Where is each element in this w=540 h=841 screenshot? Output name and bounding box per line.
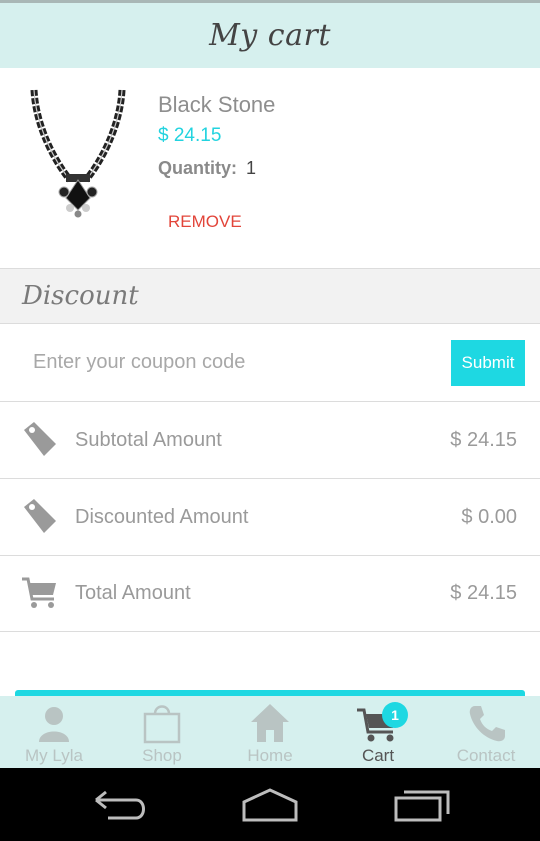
remove-button[interactable]: REMOVE: [168, 212, 242, 232]
discounted-row: Discounted Amount $ 0.00: [0, 479, 540, 556]
necklace-image: [30, 89, 126, 218]
cart-icon: [22, 577, 56, 608]
home-icon: [251, 704, 289, 742]
price-tag-icon: [24, 499, 56, 533]
quantity-value: 1: [246, 158, 257, 178]
tab-my-lyla[interactable]: My Lyla: [0, 696, 108, 768]
subtotal-value: $ 24.15: [450, 429, 517, 451]
total-value: $ 24.15: [450, 582, 517, 604]
coupon-row: Submit: [0, 324, 540, 402]
tab-shop[interactable]: Shop: [108, 696, 216, 768]
tab-cart[interactable]: 1 Cart: [324, 696, 432, 768]
coupon-input[interactable]: [20, 340, 440, 384]
subtotal-label: Subtotal Amount: [75, 429, 222, 451]
back-icon[interactable]: [90, 788, 150, 822]
tab-label: Cart: [361, 746, 395, 765]
discounted-label: Discounted Amount: [75, 506, 249, 528]
bottom-tab-bar: My Lyla Shop Home 1 Cart Contact: [0, 696, 540, 768]
home-outline-icon[interactable]: [240, 788, 300, 822]
tab-home[interactable]: Home: [216, 696, 324, 768]
app-header: My cart: [0, 0, 540, 68]
discount-section-header: Discount: [0, 268, 540, 324]
discounted-value: $ 0.00: [461, 506, 517, 528]
total-label: Total Amount: [75, 582, 191, 604]
product-name: Black Stone: [158, 92, 276, 117]
total-row: Total Amount $ 24.15: [0, 555, 540, 632]
product-price: $ 24.15: [158, 125, 222, 146]
submit-button[interactable]: Submit: [451, 340, 525, 386]
page-title: My cart: [209, 18, 331, 53]
tab-label: Home: [247, 746, 293, 765]
phone-icon: [469, 706, 505, 742]
tab-label: Shop: [142, 746, 182, 765]
subtotal-row: Subtotal Amount $ 24.15: [0, 402, 540, 479]
person-icon: [39, 707, 69, 742]
tab-label: My Lyla: [25, 746, 83, 765]
tab-label: Contact: [456, 746, 516, 765]
tab-contact[interactable]: Contact: [432, 696, 540, 768]
product-quantity: Quantity: 1: [158, 158, 256, 179]
shopping-bag-icon: [143, 705, 181, 744]
cart-count-badge: 1: [382, 702, 408, 728]
price-tag-icon: [24, 422, 56, 456]
recent-apps-icon[interactable]: [392, 788, 452, 822]
discount-title: Discount: [22, 281, 139, 311]
system-nav-bar: [0, 768, 540, 841]
quantity-label: Quantity:: [158, 158, 237, 178]
cart-item: Black Stone $ 24.15 Quantity: 1 REMOVE: [0, 68, 540, 268]
